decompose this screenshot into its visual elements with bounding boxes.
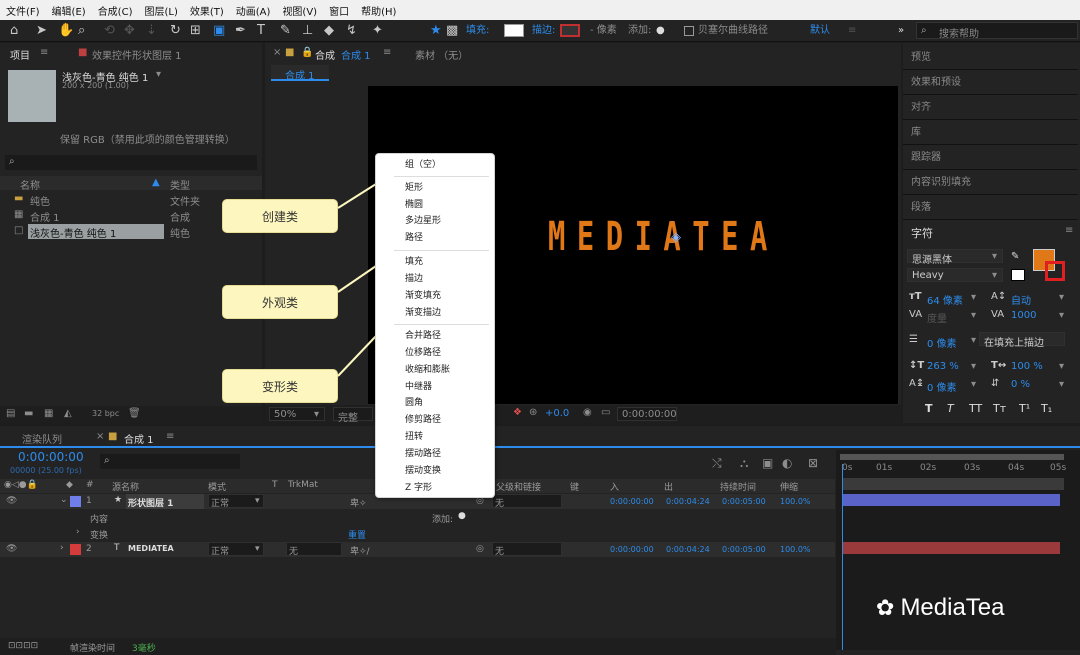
menu-item-zig-zag[interactable]: Z 字形 xyxy=(405,483,432,494)
menu-item-repeater[interactable]: 中继器 xyxy=(405,382,432,393)
menu-separator xyxy=(394,324,489,325)
menu-item-pucker-bloat[interactable]: 收缩和膨胀 xyxy=(405,365,450,376)
callout-transform-pointer xyxy=(337,335,377,377)
menu-item-group[interactable]: 组（空） xyxy=(405,160,441,171)
menu-item-path[interactable]: 路径 xyxy=(405,233,423,244)
menu-item-ellipse[interactable]: 椭圆 xyxy=(405,200,423,211)
watermark: ✿ MediaTea xyxy=(876,592,1005,624)
callout-pointers xyxy=(337,183,377,377)
menu-item-polystar[interactable]: 多边星形 xyxy=(405,216,441,227)
menu-item-trim-paths[interactable]: 修剪路径 xyxy=(405,415,441,426)
menu-item-twist[interactable]: 扭转 xyxy=(405,432,423,443)
callout-appearance-pointer xyxy=(337,265,377,293)
menu-item-offset-paths[interactable]: 位移路径 xyxy=(405,348,441,359)
add-shape-menu: 组（空） 矩形 椭圆 多边星形 路径 填充 描边 渐变填充 渐变描边 合并路径 … xyxy=(375,153,495,498)
menu-item-rectangle[interactable]: 矩形 xyxy=(405,183,423,194)
menu-item-fill[interactable]: 填充 xyxy=(405,257,423,268)
menu-item-wiggle-transform[interactable]: 摆动变换 xyxy=(405,466,441,477)
menu-item-gradient-stroke[interactable]: 渐变描边 xyxy=(405,308,441,319)
menu-item-stroke[interactable]: 描边 xyxy=(405,274,423,285)
menu-item-gradient-fill[interactable]: 渐变填充 xyxy=(405,291,441,302)
wechat-icon: ✿ xyxy=(876,595,895,621)
menu-item-wiggle-paths[interactable]: 摆动路径 xyxy=(405,449,441,460)
watermark-text: MediaTea xyxy=(900,594,1005,621)
menu-item-round-corners[interactable]: 圆角 xyxy=(405,398,423,409)
menu-separator xyxy=(394,176,489,177)
menu-item-merge-paths[interactable]: 合并路径 xyxy=(405,331,441,342)
menu-separator xyxy=(394,250,489,251)
callout-create-pointer xyxy=(337,183,377,209)
